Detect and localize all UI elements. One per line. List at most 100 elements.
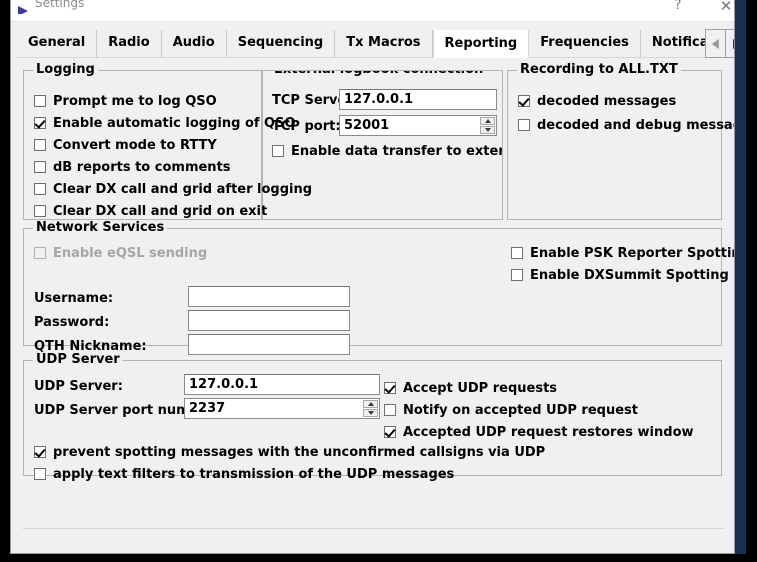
checkbox-box-icon: [384, 403, 396, 416]
checkbox-label: prevent spotting messages with the uncon…: [53, 445, 546, 460]
tab-sequencing[interactable]: Sequencing: [226, 30, 336, 57]
checkbox-convert-mode-to-rtty[interactable]: Convert mode to RTTY: [34, 135, 217, 153]
checkbox-label: Enable PSK Reporter Spotting: [530, 246, 735, 261]
tab-tx-macros[interactable]: Tx Macros: [335, 30, 433, 57]
tab-reporting[interactable]: Reporting: [432, 30, 530, 58]
tab-scroll-left-button[interactable]: [705, 29, 726, 58]
checkbox-db-reports-to-comments[interactable]: dB reports to comments: [34, 157, 231, 175]
screen-right-border: [746, 0, 757, 562]
checkbox-box-icon: [34, 94, 46, 107]
checkbox-label: Prompt me to log QSO: [53, 94, 217, 109]
checkbox-box-icon: [34, 138, 46, 151]
checkbox-box-icon: [34, 467, 46, 480]
checkbox-box-icon: [34, 160, 46, 173]
checkbox-prevent-spotting-messages[interactable]: prevent spotting messages with the uncon…: [34, 442, 545, 460]
checkbox-checked-icon: [34, 116, 46, 129]
network-services-group-title: Network Services: [33, 220, 168, 235]
checkbox-apply-text-filters[interactable]: apply text filters to transmission of th…: [34, 464, 454, 482]
checkbox-enable-automatic-logging-of-qso[interactable]: Enable automatic logging of QSO: [34, 113, 296, 131]
checkbox-box-icon: [34, 246, 46, 259]
checkbox-enable-eqsl-sending[interactable]: Enable eQSL sending: [34, 243, 207, 261]
tcp-port-label: TCP port:: [272, 119, 341, 134]
external-logbook-group-title: External logbook connection: [271, 71, 487, 77]
tab-radio[interactable]: Radio: [97, 30, 162, 57]
checkbox-box-icon: [511, 268, 523, 281]
checkbox-enable-dxsummit-spotting[interactable]: Enable DXSummit Spotting: [511, 265, 729, 283]
recording-group-title: Recording to ALL.TXT: [517, 62, 681, 77]
tcp-port-input[interactable]: [340, 116, 480, 135]
checkbox-box-icon: [518, 118, 530, 131]
logging-group-title: Logging: [33, 62, 98, 77]
udp-port-spinbox[interactable]: [184, 398, 380, 419]
tab-strip: General Radio Audio Sequencing Tx Macros Repo…: [17, 30, 717, 58]
close-button[interactable]: ✕: [711, 0, 734, 17]
bottom-separator: [23, 528, 723, 529]
triangle-up-icon: [367, 402, 374, 406]
tcp-port-spinbox[interactable]: [339, 115, 497, 136]
checkbox-label: dB reports to comments: [53, 160, 231, 175]
qth-nickname-input[interactable]: [188, 334, 350, 355]
checkbox-label: decoded messages: [537, 94, 677, 109]
checkbox-box-icon: [34, 182, 46, 195]
checkbox-decoded-messages[interactable]: decoded messages: [518, 91, 676, 109]
checkbox-enable-psk-reporter-spotting[interactable]: Enable PSK Reporter Spotting: [511, 243, 735, 261]
udp-server-label: UDP Server:: [34, 379, 123, 394]
screen-left-border: [0, 0, 10, 562]
spinner-down-button[interactable]: [480, 126, 495, 134]
tab-audio[interactable]: Audio: [161, 30, 227, 57]
tcp-server-input[interactable]: [339, 89, 497, 110]
triangle-up-icon: [484, 119, 491, 123]
checkbox-prompt-me-to-log-qso[interactable]: Prompt me to log QSO: [34, 91, 217, 109]
reporting-tab-panel: Logging Prompt me to log QSO Enable auto…: [11, 58, 734, 553]
checkbox-label: Convert mode to RTTY: [53, 138, 217, 153]
tab-scroll-right-button[interactable]: [726, 29, 734, 58]
username-input[interactable]: [188, 286, 350, 307]
external-logbook-group: External logbook connection TCP Server: …: [261, 70, 503, 220]
checkbox-label: decoded and debug messages: [537, 118, 734, 133]
udp-port-spin-buttons: [363, 400, 378, 417]
username-label: Username:: [34, 291, 114, 306]
screen-bottom-border: [0, 554, 757, 562]
checkbox-label: Accept UDP requests: [403, 381, 558, 396]
checkbox-label: Enable eQSL sending: [53, 246, 208, 261]
network-services-group: Network Services Enable eQSL sending Ena…: [23, 220, 734, 355]
checkbox-box-icon: [34, 204, 46, 217]
checkbox-box-icon: [511, 246, 523, 259]
checkbox-notify-on-accepted-udp-request[interactable]: Notify on accepted UDP request: [384, 400, 638, 418]
screen-right-accent: [735, 0, 746, 562]
window-title: Settings: [35, 0, 85, 10]
checkbox-accept-udp-requests[interactable]: Accept UDP requests: [384, 378, 557, 396]
checkbox-checked-icon: [34, 445, 46, 458]
spinner-down-button[interactable]: [363, 409, 378, 417]
spinner-up-button[interactable]: [480, 117, 495, 125]
checkbox-label: Accepted UDP request restores window: [403, 425, 694, 440]
udp-port-input[interactable]: [185, 399, 363, 418]
triangle-down-icon: [367, 411, 374, 415]
app-icon: [17, 2, 29, 14]
udp-server-group-title: UDP Server: [33, 352, 123, 367]
checkbox-label: Notify on accepted UDP request: [403, 403, 638, 418]
udp-server-input[interactable]: [184, 374, 380, 395]
tab-bar: General Radio Audio Sequencing Tx Macros Repo…: [11, 22, 734, 58]
triangle-down-icon: [484, 128, 491, 132]
checkbox-label: Enable data transfer to external log: [291, 144, 502, 159]
password-input[interactable]: [188, 310, 350, 331]
screen: Settings ? ✕ General Radio Audio Sequencing…: [0, 0, 757, 562]
spinner-up-button[interactable]: [363, 400, 378, 408]
udp-server-group: UDP Server UDP Server: UDP Server port n…: [23, 352, 722, 482]
checkbox-checked-icon: [518, 94, 530, 107]
title-bar: Settings ? ✕: [11, 0, 734, 22]
help-button[interactable]: ?: [663, 0, 693, 17]
password-label: Password:: [34, 315, 110, 330]
checkbox-clear-dx-call-and-grid-on-exit[interactable]: Clear DX call and grid on exit: [34, 201, 267, 219]
checkbox-checked-icon: [384, 381, 396, 394]
tab-general[interactable]: General: [17, 30, 98, 57]
tab-frequencies[interactable]: Frequencies: [529, 30, 641, 57]
checkbox-enable-data-transfer-to-external-log[interactable]: Enable data transfer to external log: [272, 141, 502, 159]
recording-group: Recording to ALL.TXT decoded messages de…: [507, 62, 734, 220]
chevron-left-icon: [711, 38, 719, 49]
checkbox-accepted-udp-request-restores-window[interactable]: Accepted UDP request restores window: [384, 422, 694, 440]
chevron-right-icon: [733, 38, 734, 49]
checkbox-label: Enable DXSummit Spotting: [530, 268, 729, 283]
checkbox-decoded-and-debug-messages[interactable]: decoded and debug messages: [518, 115, 734, 133]
